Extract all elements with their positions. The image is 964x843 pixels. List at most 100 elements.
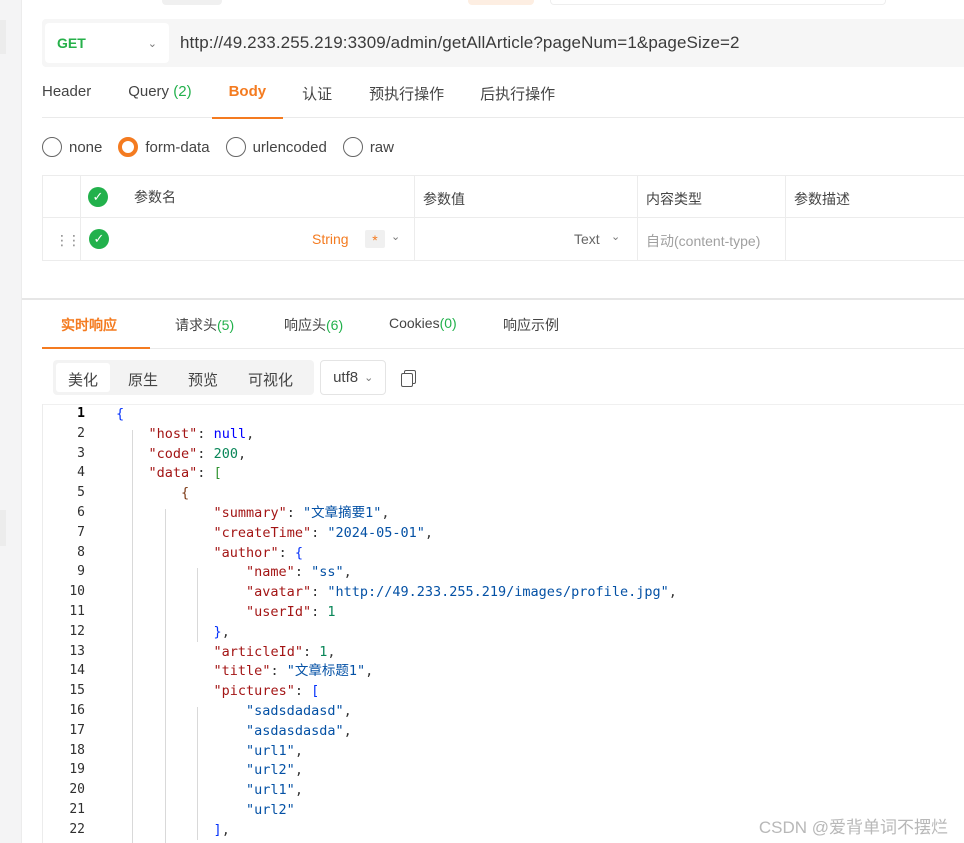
content-type-cell[interactable]: 自动(content-type) — [637, 218, 785, 260]
code-text: "url1", — [246, 782, 303, 799]
col-param-name: 参数名 — [80, 176, 414, 218]
code-line: 1{ — [43, 404, 964, 424]
line-number: 14 — [69, 663, 85, 679]
url-bar: GET ⌄ http://49.233.255.219:3309/admin/g… — [42, 19, 964, 67]
param-desc-cell[interactable] — [785, 218, 964, 260]
radio-selected-icon — [118, 137, 139, 157]
line-number: 11 — [69, 604, 85, 619]
section-divider — [22, 298, 964, 300]
radio-raw[interactable]: raw — [342, 137, 394, 157]
code-line: 18 "url1", — [43, 741, 964, 761]
value-type-select[interactable]: Text — [574, 231, 600, 247]
param-table-header: ✓ 参数名 参数值 内容类型 参数描述 — [43, 176, 964, 218]
code-text: "url2", — [246, 762, 303, 779]
url-input[interactable]: http://49.233.255.219:3309/admin/getAllA… — [180, 33, 740, 53]
code-text: "url1", — [246, 742, 303, 759]
code-text: "avatar": "http://49.233.255.219/images/… — [246, 584, 677, 601]
view-preview[interactable]: 预览 — [176, 363, 230, 392]
row-check-icon[interactable]: ✓ — [89, 229, 109, 249]
code-line: 20 "url1", — [43, 780, 964, 800]
col-param-value: 参数值 — [414, 176, 637, 218]
line-number: 9 — [77, 564, 85, 580]
response-code-viewer[interactable]: 1{2 "host": null, 3 "code": 200, 4 "data":… — [42, 404, 964, 843]
tab-response-example[interactable]: 响应示例 — [503, 315, 559, 335]
top-field-remnant — [550, 0, 886, 5]
chevron-down-icon: ⌄ — [364, 372, 374, 384]
radio-circle-icon — [225, 137, 246, 157]
view-toolbar: 美化 原生 预览 可视化 utf8 ⌄ — [53, 360, 417, 395]
code-text: "sadsdadasd", — [246, 703, 352, 719]
sidebar-marker — [0, 20, 6, 54]
body-type-radio-group: none form-data urlencoded raw — [42, 134, 410, 160]
code-line: 12 }, — [43, 622, 964, 642]
drag-handle-icon[interactable]: ⋮⋮ — [55, 232, 81, 249]
tab-cookies[interactable]: Cookies(0) — [389, 315, 457, 331]
tab-live-response[interactable]: 实时响应 — [61, 315, 117, 335]
code-text: "summary": "文章摘要1", — [213, 505, 390, 521]
radio-circle-icon — [342, 137, 363, 157]
line-number: 3 — [77, 445, 85, 461]
tab-auth[interactable]: 认证 — [302, 72, 332, 118]
code-line: 13 "articleId": 1, — [43, 642, 964, 662]
code-line: 17 "asdasdasda", — [43, 721, 964, 741]
line-number: 21 — [69, 802, 85, 817]
encoding-select[interactable]: utf8 ⌄ — [320, 360, 387, 395]
code-text: "pictures": [ — [213, 683, 320, 700]
view-mode-group: 美化 原生 预览 可视化 — [53, 360, 315, 395]
radio-form-data[interactable]: form-data — [118, 137, 210, 157]
code-line: 14 "title": "文章标题1", — [43, 661, 964, 681]
code-text: "host": null, — [148, 425, 255, 442]
param-table: ✓ 参数名 参数值 内容类型 参数描述 ⋮⋮ ✓ String * ⌄ Text… — [42, 175, 964, 261]
param-value-cell[interactable]: Text ⌄ — [414, 218, 637, 260]
code-text: "asdasdasda", — [246, 722, 352, 739]
code-line: 2 "host": null, — [43, 424, 964, 444]
tab-post-request[interactable]: 后执行操作 — [480, 72, 555, 118]
code-line: 8 "author": { — [43, 543, 964, 563]
param-type-select[interactable]: String — [312, 231, 349, 247]
top-tab-remnant — [162, 0, 222, 5]
chevron-down-icon: ⌄ — [391, 231, 401, 243]
active-tab-underline — [42, 347, 150, 349]
code-text: "title": "文章标题1", — [213, 663, 374, 680]
top-button-remnant — [468, 0, 534, 5]
code-line: 19 "url2", — [43, 760, 964, 780]
view-raw[interactable]: 原生 — [116, 363, 170, 392]
tab-query[interactable]: Query (2) — [128, 72, 191, 118]
code-line: 6 "summary": "文章摘要1", — [43, 503, 964, 523]
code-line: 4 "data": [ — [43, 463, 964, 483]
tab-header[interactable]: Header — [42, 72, 91, 118]
request-tabs: Header Query (2) Body 认证 预执行操作 后执行操作 — [42, 72, 964, 119]
radio-circle-icon — [42, 137, 62, 157]
radio-urlencoded[interactable]: urlencoded — [225, 137, 327, 157]
line-number: 13 — [69, 643, 85, 659]
line-number: 22 — [69, 821, 85, 837]
radio-none[interactable]: none — [42, 137, 102, 157]
view-pretty[interactable]: 美化 — [56, 363, 111, 392]
code-text: { — [116, 406, 125, 422]
code-line: 15 "pictures": [ — [43, 681, 964, 701]
tab-body[interactable]: Body — [211, 72, 283, 119]
sidebar-marker — [0, 510, 6, 546]
col-param-desc: 参数描述 — [785, 176, 964, 218]
code-line: 7 "createTime": "2024-05-01", — [43, 523, 964, 543]
method-label: GET — [57, 35, 86, 51]
tab-request-headers[interactable]: 请求头(5) — [175, 315, 234, 335]
code-text: { — [181, 485, 190, 502]
view-visualize[interactable]: 可视化 — [236, 363, 305, 392]
line-number: 16 — [69, 703, 85, 718]
line-number: 15 — [69, 683, 85, 699]
code-line: 5 { — [43, 483, 964, 503]
tab-pre-request[interactable]: 预执行操作 — [369, 72, 444, 118]
chevron-down-icon: ⌄ — [147, 37, 157, 50]
method-select[interactable]: GET ⌄ — [45, 23, 169, 63]
code-line: 10 "avatar": "http://49.233.255.219/imag… — [43, 582, 964, 602]
line-number: 18 — [69, 742, 85, 758]
line-number: 4 — [77, 465, 85, 481]
code-text: "userId": 1 — [246, 604, 336, 620]
tab-response-headers[interactable]: 响应头(6) — [284, 315, 343, 335]
required-toggle[interactable]: * — [365, 230, 385, 248]
copy-icon[interactable] — [401, 369, 417, 387]
response-tabs: 实时响应 请求头(5) 响应头(6) Cookies(0) 响应示例 — [42, 301, 964, 349]
param-name-cell[interactable]: ✓ String * ⌄ — [80, 218, 414, 260]
code-text: "data": [ — [148, 465, 222, 482]
